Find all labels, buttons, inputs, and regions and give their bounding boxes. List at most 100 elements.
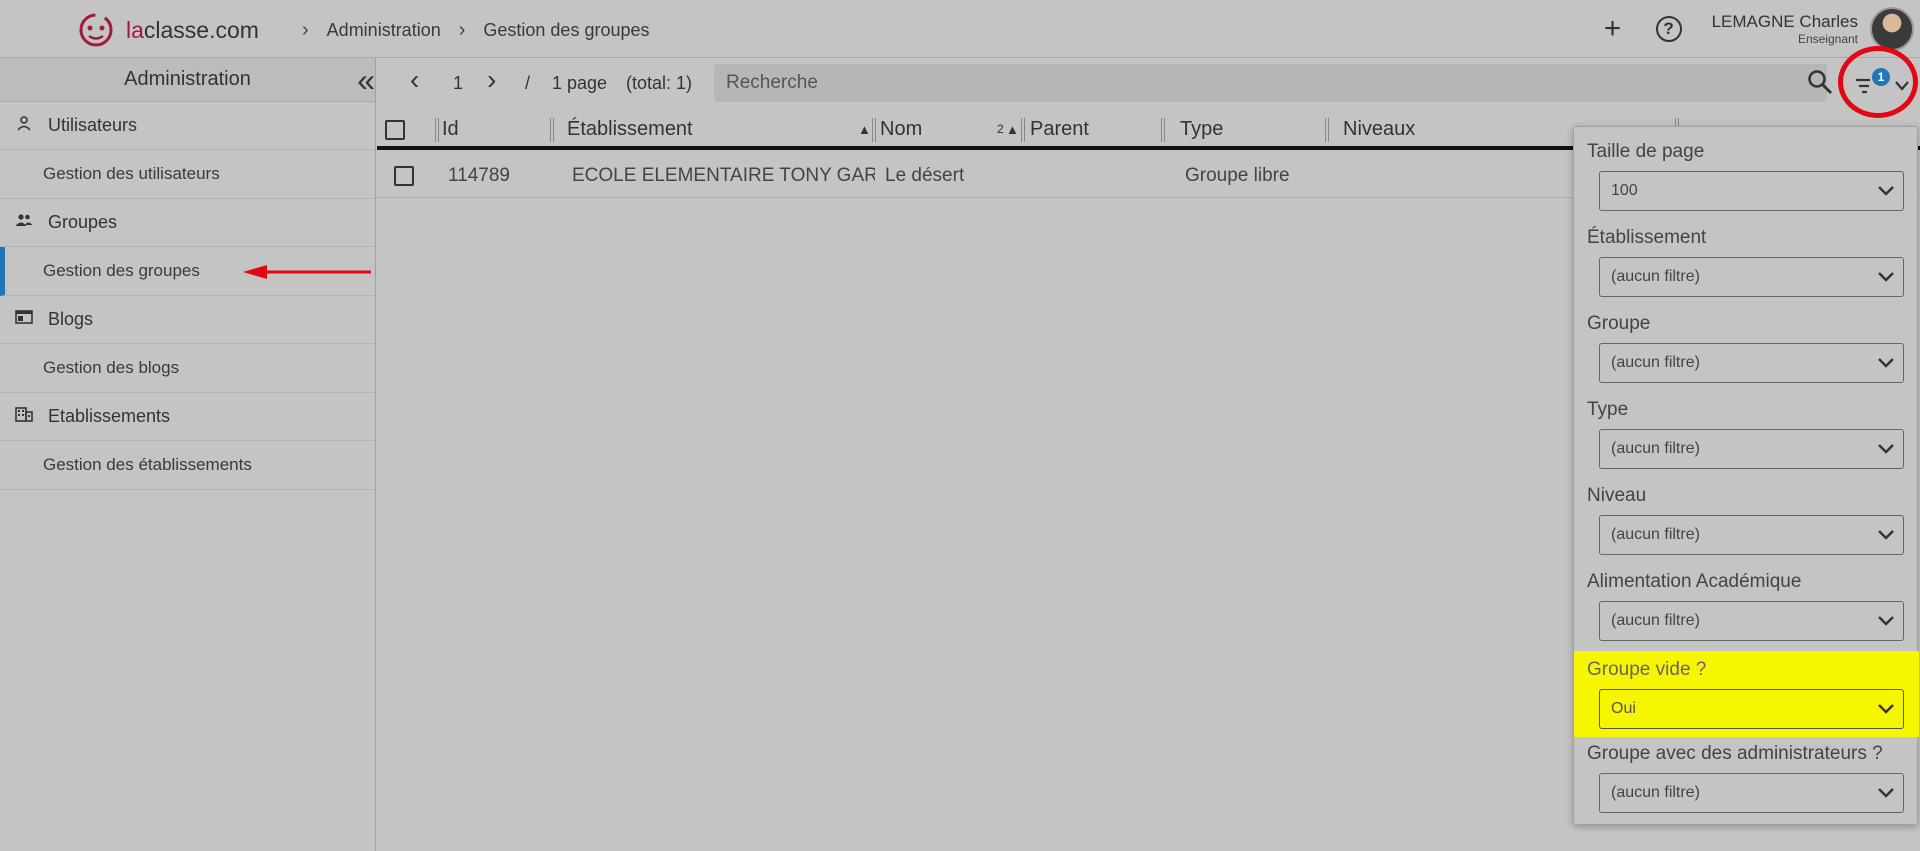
sidebar: Administration « Utilisateurs Gestion de… [0,58,376,851]
total-count: (total: 1) [626,73,693,93]
sidebar-section-groupes[interactable]: Groupes [0,199,375,247]
collapse-sidebar-icon[interactable]: « [357,62,375,99]
page-count: 1 page [552,73,608,93]
sidebar-item-label: Gestion des groupes [43,261,200,280]
filter-label: Groupe avec des administrateurs ? [1587,743,1883,764]
groupe-vide-select[interactable]: Oui [1599,689,1904,729]
previous-page-icon[interactable]: ‹ [410,64,419,96]
column-resize-handle[interactable] [550,118,554,142]
filter-label: Groupe vide ? [1587,659,1707,680]
column-resize-handle[interactable] [872,118,876,142]
chevron-down-icon [1878,186,1894,196]
filter-label: Alimentation Académique [1587,571,1802,592]
page-separator: / [525,73,531,93]
sidebar-section-blogs[interactable]: Blogs [0,296,375,344]
etablissement-select[interactable]: (aucun filtre) [1599,257,1904,297]
row-checkbox[interactable] [394,166,414,186]
chevron-down-icon [1878,358,1894,368]
chevron-down-icon [1878,704,1894,714]
chevron-down-icon [1878,616,1894,626]
sidebar-section-utilisateurs[interactable]: Utilisateurs [0,102,375,150]
breadcrumb: › Administration › Gestion des groupes [284,19,650,42]
groupe-admins-select[interactable]: (aucun filtre) [1599,773,1904,813]
next-page-icon[interactable]: › [487,64,496,96]
filter-label: Taille de page [1587,141,1705,162]
search-icon[interactable] [1807,69,1833,95]
filter-label: Type [1587,399,1629,420]
filter-button[interactable]: 1 [1852,66,1916,106]
search-input[interactable]: Recherche [714,64,1827,102]
breadcrumb-current: Gestion des groupes [483,20,650,40]
select-all-checkbox[interactable] [385,120,405,140]
sidebar-item-gestion-groupes[interactable]: Gestion des groupes [0,247,375,296]
groupe-select[interactable]: (aucun filtre) [1599,343,1904,383]
select-value: (aucun filtre) [1611,784,1700,801]
chevron-down-icon [1878,272,1894,282]
sidebar-title: Administration [124,68,251,90]
logo[interactable]: laclasse.com [76,11,259,49]
building-icon [14,406,34,427]
sidebar-header: Administration « [0,58,375,102]
column-header-id[interactable]: Id [442,118,459,141]
select-value: 100 [1611,182,1638,199]
select-value: (aucun filtre) [1611,440,1700,457]
select-value: (aucun filtre) [1611,268,1700,285]
filter-panel: Taille de page 100 Établissement (aucun … [1573,126,1919,825]
alimentation-select[interactable]: (aucun filtre) [1599,601,1904,641]
filter-niveau: Niveau (aucun filtre) [1574,471,1919,557]
sort-asc-icon: ▲ [858,122,871,137]
page-size-select[interactable]: 100 [1599,171,1904,211]
top-bar: laclasse.com › Administration › Gestion … [0,0,1920,58]
current-page[interactable]: 1 [453,73,463,94]
column-resize-handle[interactable] [1021,118,1025,142]
users-icon [14,212,34,233]
column-header-etablissement[interactable]: Établissement [567,118,693,141]
column-header-niveaux[interactable]: Niveaux [1343,118,1415,141]
filter-count-badge: 1 [1872,68,1890,86]
chevron-down-icon [1895,81,1909,91]
logo-icon [79,13,113,47]
sidebar-item-label: Gestion des blogs [43,358,180,377]
select-value: (aucun filtre) [1611,526,1700,543]
sidebar-section-label: Etablissements [48,406,171,426]
sidebar-item-label: Gestion des établissements [43,455,252,474]
sidebar-section-label: Utilisateurs [48,115,138,135]
add-icon[interactable]: + [1598,12,1628,45]
avatar[interactable] [1870,7,1914,51]
chevron-right-icon: › [302,19,309,41]
filter-groupe-admins: Groupe avec des administrateurs ? (aucun… [1574,729,1919,815]
column-resize-handle[interactable] [1325,118,1329,142]
column-resize-handle[interactable] [435,118,439,142]
brand-name: laclasse.com [126,16,259,43]
column-header-nom[interactable]: Nom [880,118,922,141]
chevron-down-icon [1878,788,1894,798]
cell-etablissement: ECOLE ELEMENTAIRE TONY GAR [572,165,875,186]
select-value: (aucun filtre) [1611,354,1700,371]
cell-type: Groupe libre [1185,165,1290,186]
filter-alimentation: Alimentation Académique (aucun filtre) [1574,557,1919,643]
sidebar-item-gestion-blogs[interactable]: Gestion des blogs [0,344,375,393]
column-header-parent[interactable]: Parent [1030,118,1089,141]
sidebar-section-etablissements[interactable]: Etablissements [0,393,375,441]
filter-page-size: Taille de page 100 [1574,127,1919,213]
sidebar-item-label: Gestion des utilisateurs [43,164,220,183]
user-info[interactable]: LEMAGNE Charles Enseignant [1712,12,1858,46]
type-select[interactable]: (aucun filtre) [1599,429,1904,469]
chevron-down-icon [1878,444,1894,454]
column-resize-handle[interactable] [1161,118,1165,142]
cell-id: 114789 [448,165,510,186]
column-header-type[interactable]: Type [1180,118,1223,141]
niveau-select[interactable]: (aucun filtre) [1599,515,1904,555]
select-value: (aucun filtre) [1611,612,1700,629]
breadcrumb-administration[interactable]: Administration [327,20,441,41]
sort-asc-icon: ▲ [1006,122,1019,137]
sidebar-item-gestion-utilisateurs[interactable]: Gestion des utilisateurs [0,150,375,199]
filter-label: Établissement [1587,227,1707,248]
filter-label: Niveau [1587,485,1647,506]
help-icon[interactable]: ? [1655,16,1682,42]
cell-nom: Le désert [885,165,965,186]
sidebar-item-gestion-etablissements[interactable]: Gestion des établissements [0,441,375,490]
annotation-arrow-icon [243,265,371,279]
chevron-right-icon: › [458,19,466,41]
filter-label: Groupe [1587,313,1651,334]
